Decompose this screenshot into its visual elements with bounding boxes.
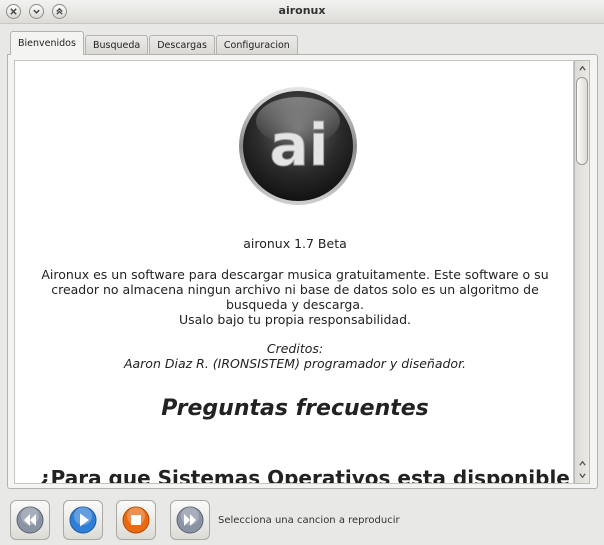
description-line: creador no almacena ningun archivo ni ba… <box>51 282 539 297</box>
welcome-content: ai aironux 1.7 Beta Aironux es un softwa… <box>14 60 574 484</box>
fast-forward-icon <box>176 506 204 534</box>
scroll-down-button[interactable] <box>576 469 588 481</box>
app-description: Aironux es un software para descargar mu… <box>21 267 569 327</box>
tab-bar: Bienvenidos Busqueda Descargas Configura… <box>10 31 299 55</box>
previous-button[interactable] <box>10 500 50 540</box>
scroll-up-button-bottom[interactable] <box>576 457 588 469</box>
aironux-logo: ai <box>239 87 357 205</box>
tab-busqueda[interactable]: Busqueda <box>84 35 149 55</box>
credits-title: Creditos: <box>266 341 324 356</box>
description-line: busqueda y descarga. <box>225 297 364 312</box>
vertical-scrollbar[interactable] <box>574 60 590 484</box>
play-icon <box>69 506 97 534</box>
stop-button[interactable] <box>116 500 156 540</box>
scroll-up-button[interactable] <box>576 62 588 74</box>
tab-panel: ai aironux 1.7 Beta Aironux es un softwa… <box>7 54 598 489</box>
play-button[interactable] <box>63 500 103 540</box>
tab-bienvenidos[interactable]: Bienvenidos <box>10 31 84 55</box>
scrollbar-thumb[interactable] <box>576 77 588 165</box>
stop-icon <box>122 506 150 534</box>
arrow-up-icon <box>578 460 586 466</box>
faq-heading: Preguntas frecuentes <box>161 396 429 421</box>
app-version: aironux 1.7 Beta <box>243 236 347 251</box>
description-line: Usalo bajo tu propia responsabilidad. <box>179 312 411 327</box>
player-status: Selecciona una cancion a reproducir <box>218 515 400 526</box>
tab-descargas[interactable]: Descargas <box>149 35 215 55</box>
arrow-down-icon <box>578 472 586 478</box>
arrow-up-icon <box>578 65 586 71</box>
player-bar: Selecciona una cancion a reproducir <box>0 496 604 545</box>
credits-text: Aaron Diaz R. (IRONSISTEM) programador y… <box>123 356 467 371</box>
logo-text: ai <box>269 111 328 179</box>
description-line: Aironux es un software para descargar mu… <box>41 267 549 282</box>
rewind-icon <box>16 506 44 534</box>
next-button[interactable] <box>170 500 210 540</box>
faq-question: ¿Para que Sistemas Operativos esta dispo… <box>39 466 570 484</box>
tab-configuracion[interactable]: Configuracion <box>215 35 298 55</box>
window-title: aironux <box>278 4 326 17</box>
title-bar: aironux <box>0 0 604 24</box>
